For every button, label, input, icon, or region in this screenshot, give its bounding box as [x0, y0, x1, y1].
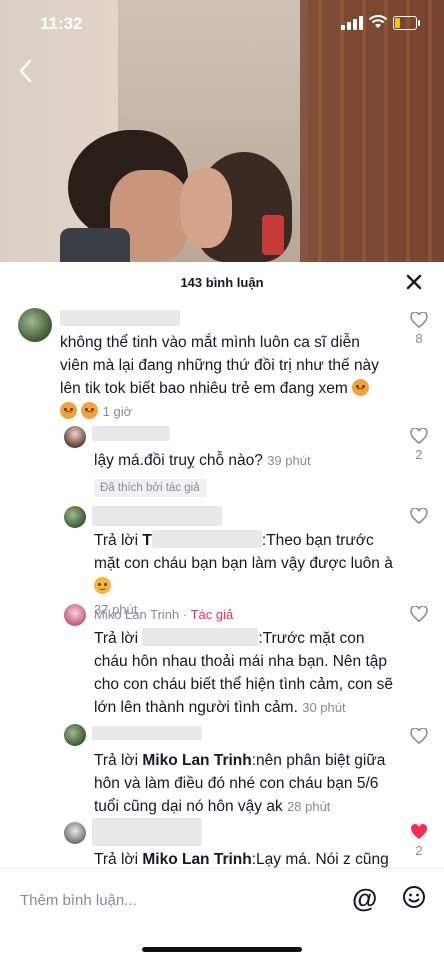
reply-item: Trả lời Miko Lan Trinh:Lạy má. Nói z cũn… [0, 816, 444, 868]
comment-time: 39 phút [267, 453, 311, 468]
reply-item: lậy má.đồi truỵ chỗ nào? 39 phút Đã thíc… [0, 422, 444, 502]
comment-text: không thể tinh vào mắt mình luôn ca sĩ d… [60, 331, 390, 423]
like-count: 8 [415, 331, 423, 346]
status-bar: 11:32 [0, 0, 444, 48]
comment-text: Trả lời Miko Lan Trinh:nên phân biệt giữ… [94, 749, 394, 818]
heart-outline-icon [410, 312, 428, 328]
comment-author[interactable]: Miko Lan Trinh · Tác giả [94, 607, 233, 622]
comment-input-bar: @ [0, 868, 444, 961]
heart-filled-icon [411, 824, 427, 840]
comment-body: :Lạy má. Nói z cũng [251, 851, 389, 868]
like-button[interactable] [408, 508, 430, 524]
heart-outline-icon [410, 606, 428, 622]
video-person-right-face [180, 168, 232, 248]
comment-time: 1 giờ [102, 404, 133, 419]
comment-body: lậy má.đồi truỵ chỗ nào? [94, 452, 263, 469]
emoji-icon[interactable] [402, 885, 426, 909]
battery-icon [393, 16, 420, 30]
avatar[interactable] [18, 308, 52, 342]
reply-prefix: Trả lời [94, 752, 139, 769]
pleading-emoji-icon [94, 577, 111, 594]
wifi-icon [368, 15, 388, 28]
comment-text: Trả lời Miko Lan Trinh:Lạy má. Nói z cũn… [94, 848, 394, 868]
reply-item: Trả lời T:Theo bạn trước mặt con cháu bạ… [0, 504, 444, 617]
like-button[interactable]: 8 [408, 312, 430, 346]
like-count: 2 [415, 843, 423, 858]
avatar[interactable] [64, 426, 86, 448]
author-badge: Tác giả [190, 607, 234, 622]
reply-to-user[interactable]: Miko Lan Trinh [142, 851, 251, 868]
home-indicator[interactable] [142, 947, 302, 952]
username-redacted [60, 310, 180, 326]
liked-by-author-chip: Đã thích bởi tác giả [94, 479, 206, 497]
sheet-header: 143 bình luận [0, 262, 444, 302]
mention-icon[interactable]: @ [352, 883, 377, 914]
reply-to-user[interactable]: Miko Lan Trinh [142, 752, 251, 769]
close-icon[interactable] [402, 270, 426, 294]
comments-sheet: 143 bình luận không thể tinh vào mắt mìn… [0, 262, 444, 960]
username-redacted [142, 628, 259, 646]
reply-item: Trả lời Miko Lan Trinh:nên phân biệt giữ… [0, 722, 444, 817]
heart-outline-icon [410, 508, 428, 524]
heart-outline-icon [410, 428, 428, 444]
like-count: 2 [415, 447, 423, 462]
angry-emoji-icon [352, 379, 370, 396]
author-name[interactable]: Miko Lan Trinh [94, 607, 179, 622]
back-icon[interactable] [16, 58, 36, 84]
username-redacted [92, 426, 170, 441]
signal-icon [341, 16, 363, 30]
comment-time: 28 phút [287, 799, 331, 814]
reply-prefix: Trả lời [94, 630, 139, 647]
like-button[interactable]: 2 [408, 428, 430, 462]
avatar[interactable] [64, 822, 86, 844]
like-button[interactable] [408, 728, 430, 744]
username-redacted [92, 726, 202, 740]
video-phone [262, 215, 284, 255]
avatar[interactable] [64, 506, 86, 528]
comment-input[interactable] [18, 887, 322, 913]
comment-body: không thể tinh vào mắt mình luôn ca sĩ d… [60, 334, 379, 397]
angry-emoji-icon [81, 402, 99, 419]
status-time: 11:32 [40, 14, 83, 33]
avatar[interactable] [64, 724, 86, 746]
comment-text: Trả lời :Trước mặt con cháu hôn nhau tho… [94, 627, 394, 719]
avatar[interactable] [64, 604, 86, 626]
comment-count: 143 bình luận [180, 275, 264, 290]
username-redacted [92, 818, 202, 846]
username-redacted [151, 530, 262, 548]
comment-time: 30 phút [302, 700, 346, 715]
heart-outline-icon [410, 728, 428, 744]
comment-item: không thể tinh vào mắt mình luôn ca sĩ d… [0, 304, 444, 419]
reply-prefix: Trả lời [94, 532, 139, 549]
angry-emoji-icon [60, 402, 77, 419]
reply-prefix: Trả lời [94, 851, 139, 868]
username-redacted [92, 506, 222, 526]
reply-to-user[interactable]: T [142, 532, 151, 549]
reply-item: Miko Lan Trinh · Tác giả Trả lời :Trước … [0, 602, 444, 722]
comment-text: lậy má.đồi truỵ chỗ nào? 39 phút [94, 449, 394, 472]
like-button[interactable]: 2 [408, 824, 430, 858]
video-person-left-shirt [60, 228, 130, 262]
like-button[interactable] [408, 606, 430, 622]
